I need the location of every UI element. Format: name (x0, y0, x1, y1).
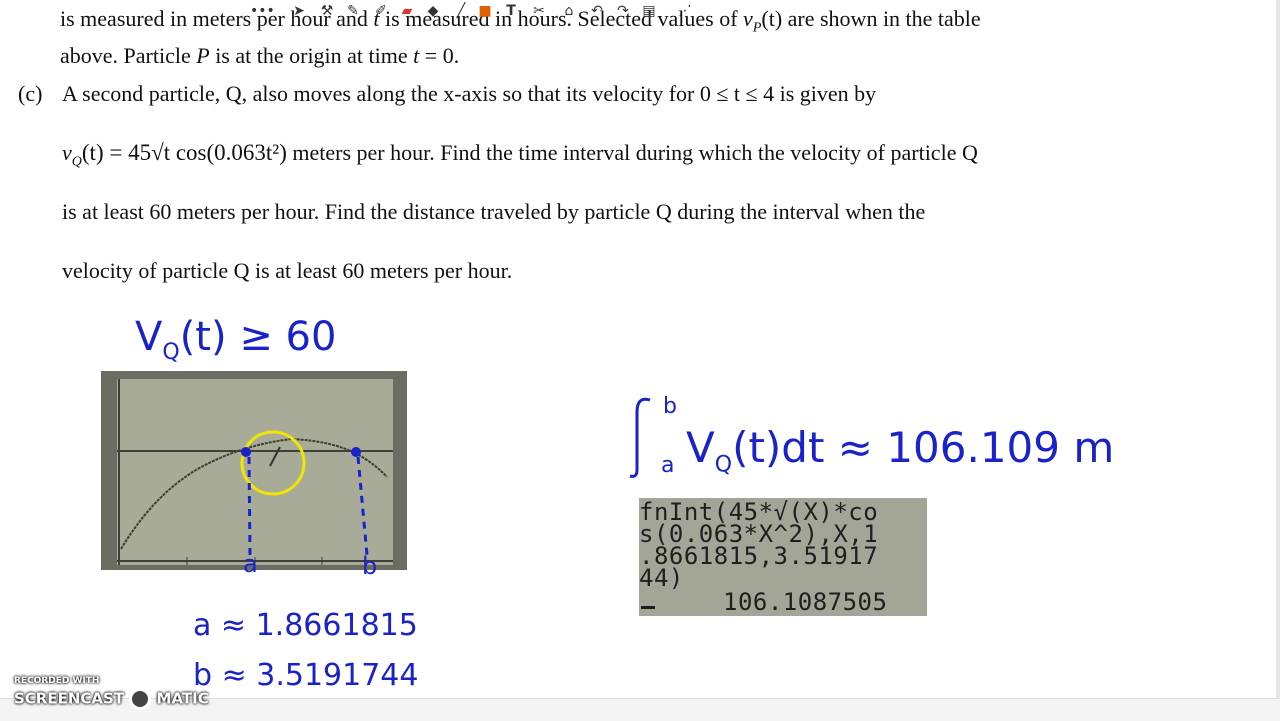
ti-result: 106.1087505 (723, 588, 888, 616)
shape-icon[interactable]: ■ (476, 2, 494, 20)
eraser-icon[interactable]: ▰ (398, 2, 416, 20)
screencast-logo-icon (129, 688, 152, 710)
clear-icon[interactable]: ✂ (530, 2, 548, 20)
tools-icon[interactable]: ⚒ (318, 2, 336, 20)
undo-icon[interactable]: ↶ (588, 2, 606, 20)
cursor-highlight-circle (240, 430, 306, 496)
camera-icon[interactable]: ⌂ (560, 2, 578, 20)
pointer-icon[interactable]: ➤ (290, 2, 308, 20)
a-value: a ≈ 1.8661815 (193, 608, 418, 643)
integral-sign (629, 397, 651, 478)
ti-cursor (641, 606, 655, 609)
pen-cursor-icon (269, 446, 281, 467)
ti-calculator-screen: fnInt(45*√(X)*co s(0.063*X^2),X,1 .86618… (639, 498, 927, 616)
dots-icon[interactable]: ••• (250, 2, 275, 20)
pen-icon[interactable]: ✎ (344, 2, 362, 20)
intersection-point-a (241, 447, 251, 457)
dashed-line-b (356, 456, 369, 556)
redo-icon[interactable]: ↷ (614, 2, 632, 20)
integral-upper-limit: b (663, 394, 677, 419)
integral-lower-limit: a (661, 453, 675, 478)
label-a: a (243, 550, 258, 578)
pages-icon[interactable]: ▤ (640, 2, 658, 20)
intersection-point-b (351, 447, 361, 457)
ti-row-4: 44) (639, 564, 684, 592)
label-b: b (362, 552, 378, 580)
fill-icon[interactable]: ◆ (424, 2, 442, 20)
b-value: b ≈ 3.5191744 (193, 658, 419, 693)
highlighter-icon[interactable]: ✐ (372, 2, 390, 20)
dashed-line-a (247, 456, 252, 556)
scrollbar[interactable] (1276, 0, 1280, 720)
more-icon[interactable]: ⋰ (676, 2, 694, 20)
text-icon[interactable]: T (502, 2, 520, 20)
recorder-watermark: RECORDED WITH SCREENCAST MATIC (14, 676, 209, 710)
line-icon[interactable]: ╱ (452, 2, 470, 20)
integral-expression: VQ(t)dt ≈ 106.109 m (686, 423, 1115, 478)
